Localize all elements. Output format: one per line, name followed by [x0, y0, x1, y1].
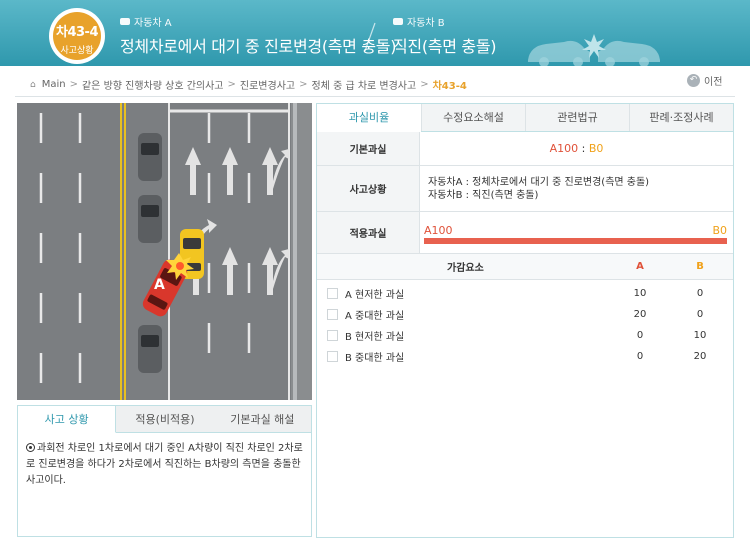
- modifier-list: A 현저한 과실 10 0 A 중대한 과실 20 0 B 현저한 과실 0 1…: [317, 280, 733, 367]
- car-a-label: 자동차 A: [134, 18, 172, 29]
- tab-application[interactable]: 적용(비적용): [116, 406, 214, 433]
- applied-a-label: A100: [424, 223, 453, 237]
- modifier-name: A 현저한 과실: [345, 290, 405, 301]
- car-a-info: 자동차 A 정체차로에서 대기 중 진로변경(측면 충돌): [120, 14, 396, 57]
- fault-panel: 과실비율 수정요소해설 관련법규 판례·조정사례 기본과실 A100 : B0 …: [316, 103, 734, 538]
- back-arrow-icon: ↶: [687, 74, 700, 87]
- car-a-marker: A: [154, 277, 165, 293]
- car-b-title: 직진(측면 충돌): [393, 37, 497, 56]
- case-code: 차43-4: [56, 25, 99, 40]
- divider: [15, 96, 735, 97]
- fault-ratio-bar: [424, 237, 727, 244]
- fault-tabs: 과실비율 수정요소해설 관련법규 판례·조정사례: [317, 104, 733, 132]
- base-fault-label: 기본과실: [317, 132, 420, 165]
- modifier-checkbox[interactable]: [327, 330, 338, 341]
- modifier-name: B 중대한 과실: [345, 353, 405, 364]
- car-icon: [120, 18, 130, 25]
- modifier-head-a: A: [636, 261, 644, 272]
- applied-b-label: B0: [712, 223, 727, 237]
- case-type: 사고상황: [60, 46, 94, 56]
- car-b-info: 자동차 B 직진(측면 충돌): [393, 14, 497, 57]
- breadcrumb-item[interactable]: 진로변경사고: [240, 77, 295, 92]
- breadcrumb-item[interactable]: Main: [42, 79, 66, 90]
- slash-divider: [364, 22, 376, 52]
- modifier-row: B 중대한 과실 0 20: [317, 346, 733, 367]
- situation-label: 사고상황: [317, 166, 420, 211]
- tab-related-laws[interactable]: 관련법규: [525, 104, 629, 131]
- description-text: 과회전 차로인 1차로에서 대기 중인 A차량이 직진 차로인 2차로로 진로변…: [26, 443, 303, 486]
- applied-fault-row: 적용과실 A100 B0: [317, 212, 733, 254]
- collision-illustration: [528, 34, 660, 66]
- modifier-b-value: 0: [696, 309, 704, 320]
- modifier-name: B 현저한 과실: [345, 332, 405, 343]
- modifier-a-value: 20: [633, 309, 647, 320]
- car-b-label: 자동차 B: [407, 18, 445, 29]
- modifier-b-value: 20: [693, 351, 707, 362]
- modifier-a-value: 0: [636, 351, 644, 362]
- applied-fault-label: 적용과실: [317, 212, 420, 253]
- modifier-header: 가감요소 A B: [317, 254, 733, 280]
- modifier-checkbox[interactable]: [327, 351, 338, 362]
- tab-precedents[interactable]: 판례·조정사례: [629, 104, 733, 131]
- base-fault-row: 기본과실 A100 : B0: [317, 132, 733, 166]
- home-icon[interactable]: ⌂: [30, 80, 36, 90]
- tab-basic-fault-explanation[interactable]: 기본과실 해설: [213, 406, 311, 433]
- accident-description: 과회전 차로인 1차로에서 대기 중인 A차량이 직진 차로인 2차로로 진로변…: [18, 433, 311, 497]
- tab-modifier-explanation[interactable]: 수정요소해설: [421, 104, 525, 131]
- applied-fault-bar: A100 B0: [424, 218, 727, 248]
- bullet-icon: [26, 443, 35, 452]
- prev-label: 이전: [704, 77, 723, 88]
- header-banner: 차43-4 사고상황 자동차 A 정체차로에서 대기 중 진로변경(측면 충돌)…: [0, 0, 750, 66]
- modifier-a-value: 10: [633, 288, 647, 299]
- modifier-head-name: 가감요소: [447, 263, 484, 274]
- breadcrumb: ⌂ Main > 같은 방향 진행차량 상호 간의사고 > 진로변경사고 > 정체 중…: [30, 77, 467, 92]
- breadcrumb-current: 차43-4: [432, 81, 467, 92]
- breadcrumb-item[interactable]: 같은 방향 진행차량 상호 간의사고: [82, 77, 224, 92]
- modifier-b-value: 10: [693, 330, 707, 341]
- modifier-row: B 현저한 과실 0 10: [317, 325, 733, 346]
- modifier-checkbox[interactable]: [327, 288, 338, 299]
- tab-fault-ratio[interactable]: 과실비율: [317, 104, 421, 132]
- modifier-name: A 중대한 과실: [345, 311, 405, 322]
- car-icon: [393, 18, 403, 25]
- situation-car-b: 자동차B : 직진(측면 충돌): [428, 190, 539, 201]
- situation-panel: 사고 상황 적용(비적용) 기본과실 해설 과회전 차로인 1차로에서 대기 중…: [17, 405, 312, 537]
- prev-button[interactable]: ↶ 이전: [687, 73, 722, 88]
- accident-scene: A: [17, 103, 312, 400]
- modifier-head-b: B: [696, 261, 704, 272]
- case-badge: 차43-4 사고상황: [49, 8, 105, 64]
- modifier-b-value: 0: [696, 288, 704, 299]
- modifier-row: A 현저한 과실 10 0: [317, 283, 733, 304]
- modifier-a-value: 0: [636, 330, 644, 341]
- base-fault-value: A100 : B0: [549, 142, 604, 155]
- situation-row: 사고상황 자동차A : 정체차로에서 대기 중 진로변경(측면 충돌) 자동차B…: [317, 166, 733, 212]
- breadcrumb-item[interactable]: 정체 중 급 차로 변경사고: [311, 77, 416, 92]
- situation-car-a: 자동차A : 정체차로에서 대기 중 진로변경(측면 충돌): [428, 177, 650, 188]
- situation-tabs: 사고 상황 적용(비적용) 기본과실 해설: [18, 406, 311, 433]
- modifier-row: A 중대한 과실 20 0: [317, 304, 733, 325]
- tab-accident-situation[interactable]: 사고 상황: [18, 406, 117, 433]
- road-diagram: A: [17, 103, 312, 400]
- modifier-checkbox[interactable]: [327, 309, 338, 320]
- car-a-title: 정체차로에서 대기 중 진로변경(측면 충돌): [120, 37, 397, 56]
